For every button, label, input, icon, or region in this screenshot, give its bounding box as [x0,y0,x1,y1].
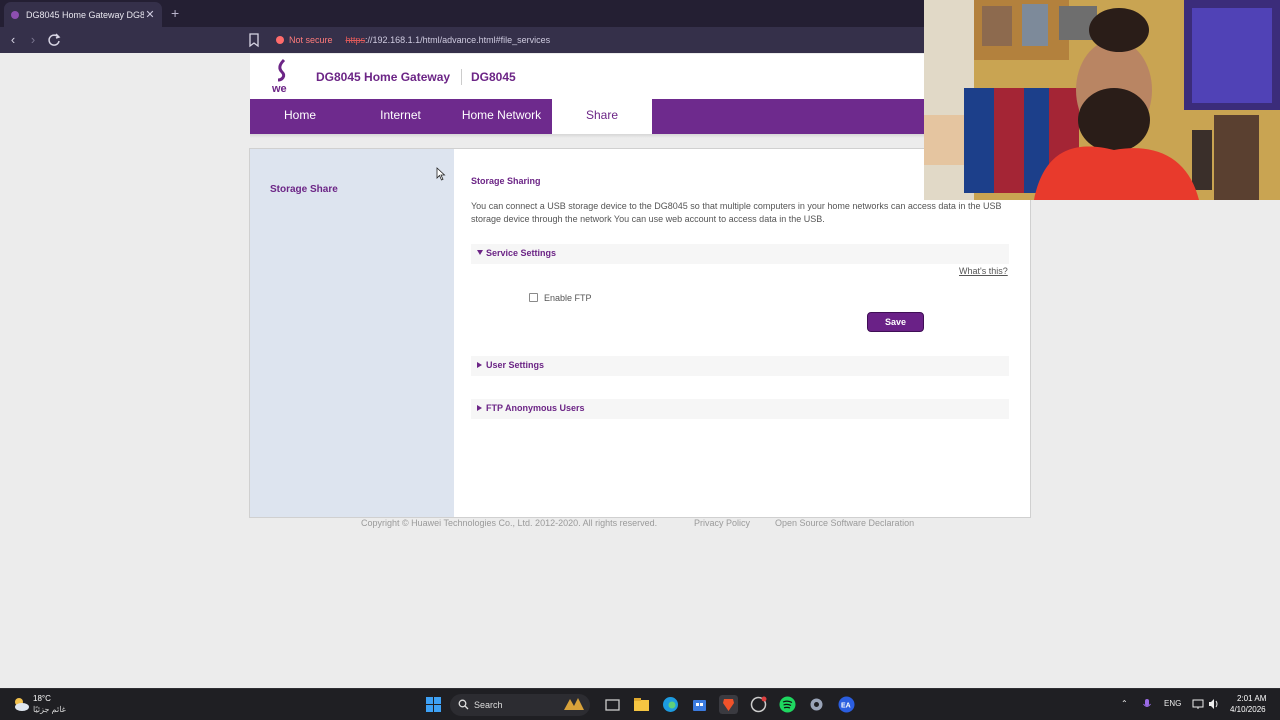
url-scheme: https [345,35,366,45]
spotify-icon[interactable] [778,695,797,714]
taskbar-search[interactable]: Search [450,694,590,716]
brave-icon[interactable] [719,695,738,714]
search-highlight-icon [564,698,584,710]
svg-text:we: we [271,83,287,94]
sidebar-item-storage-share[interactable]: Storage Share [270,184,338,195]
sidebar: Storage Share [250,149,454,517]
we-favicon-icon [11,10,19,19]
content-area: Storage Sharing You can connect a USB st… [454,149,1030,517]
microphone-icon[interactable] [1142,698,1152,710]
back-icon[interactable]: ‹ [5,32,21,48]
menu-item-home[interactable]: Home [250,99,350,134]
main-menu: Home Internet Home Network Share [250,99,925,134]
url-text: ://192.168.1.1/html/advance.html#file_se… [365,35,551,45]
main-panel: Storage Share Storage Sharing You can co… [249,148,1031,518]
address-bar[interactable]: Not secure https ://192.168.1.1/html/adv… [270,30,930,50]
router-header: we DG8045 Home Gateway DG8045 [250,54,925,99]
clock-time[interactable]: 2:01 AM [1237,694,1266,703]
search-icon [458,699,469,710]
section-label: Service Settings [486,248,557,258]
section-label: User Settings [486,360,545,370]
weather-description: غائم جزئيًا [33,705,66,714]
gateway-model: DG8045 [471,70,516,84]
file-explorer-icon[interactable] [632,695,651,714]
task-view-icon[interactable] [603,695,622,714]
weather-icon[interactable] [12,696,30,712]
forward-icon[interactable]: › [25,32,41,48]
store-icon[interactable] [690,695,709,714]
browser-tab[interactable]: DG8045 Home Gateway DG8045 ✕ [4,2,162,27]
tab-title: DG8045 Home Gateway DG8045 [26,9,144,20]
caret-right-icon [477,362,482,368]
tray-overflow-icon[interactable]: ⌃ [1121,699,1128,708]
volume-icon[interactable] [1208,698,1220,710]
new-tab-icon[interactable]: + [171,5,179,21]
windows-taskbar: 18°C غائم جزئيًا Search EA ⌃ ENG 2:01 AM… [0,688,1280,720]
header-divider [461,69,462,85]
page-description: You can connect a USB storage device to … [471,201,1002,224]
menu-item-internet[interactable]: Internet [350,99,451,134]
weather-temperature: 18°C [33,694,51,703]
enable-ftp-label: Enable FTP [544,293,592,303]
reload-icon[interactable] [46,32,62,48]
copyright-text: Copyright © Huawei Technologies Co., Ltd… [361,518,658,528]
close-tab-icon[interactable]: ✕ [144,8,156,21]
caret-down-icon [477,250,483,255]
section-user-settings[interactable]: User Settings [471,356,1009,376]
svg-text:EA: EA [841,703,851,710]
mouse-cursor-icon [436,167,446,181]
we-logo: we [271,58,287,94]
language-indicator[interactable]: ENG [1164,699,1181,708]
open-source-link[interactable]: Open Source Software Declaration [775,518,914,528]
not-secure-icon [276,36,284,44]
gateway-title: DG8045 Home Gateway [316,70,451,84]
ea-app-icon[interactable]: EA [837,695,856,714]
edge-icon[interactable] [661,695,680,714]
clock-date[interactable]: 4/10/2026 [1230,705,1266,714]
menu-item-home-network[interactable]: Home Network [451,99,552,134]
privacy-policy-link[interactable]: Privacy Policy [694,518,750,528]
windows-start-icon[interactable] [424,695,443,714]
menu-shadow [250,134,925,138]
page-title: Storage Sharing [471,176,541,186]
whats-this-link[interactable]: What's this? [959,266,1008,276]
search-label: Search [474,700,503,710]
caret-right-icon [477,405,482,411]
section-service-settings[interactable]: Service Settings [471,244,1009,264]
save-button[interactable]: Save [867,312,924,332]
not-secure-label: Not secure [289,35,333,45]
enable-ftp-checkbox[interactable] [529,293,538,302]
menu-item-share[interactable]: Share [552,99,652,134]
webcam-overlay [924,0,1280,200]
whatsapp-icon[interactable] [749,695,768,714]
bookmark-icon[interactable] [248,32,260,48]
settings-icon[interactable] [807,695,826,714]
network-icon[interactable] [1192,698,1204,710]
section-ftp-anonymous-users[interactable]: FTP Anonymous Users [471,399,1009,419]
section-label: FTP Anonymous Users [486,403,585,413]
